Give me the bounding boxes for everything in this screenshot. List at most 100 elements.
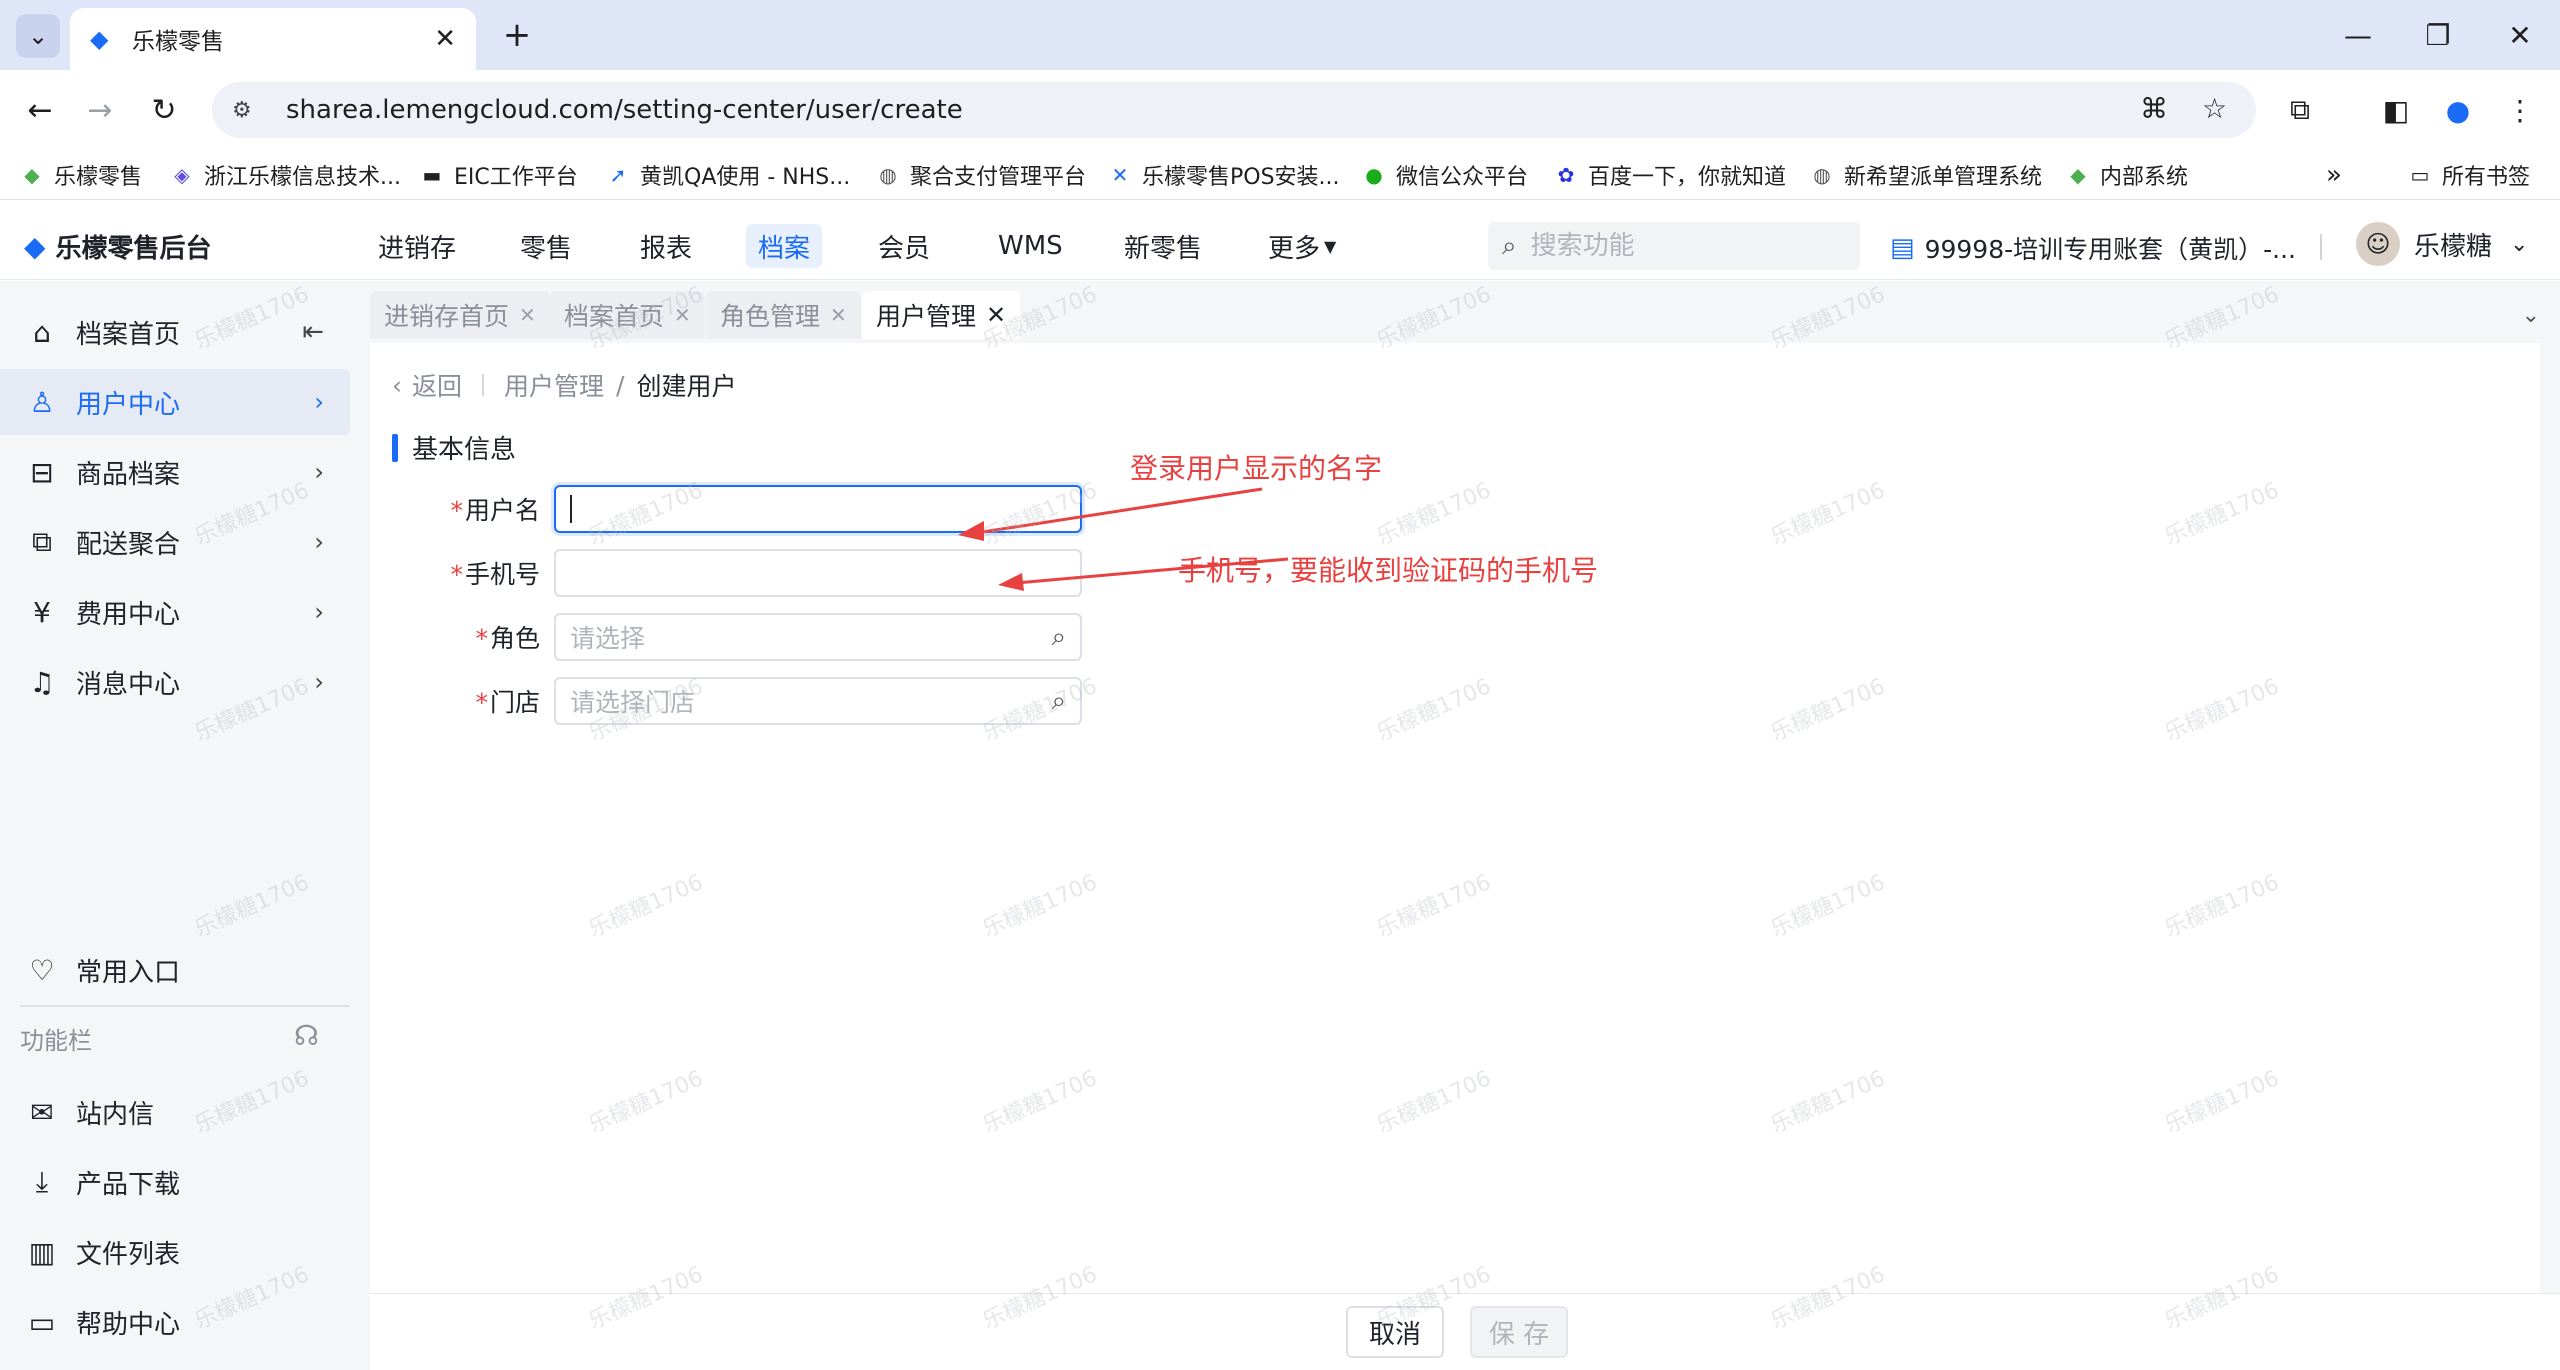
sidebar-item-help[interactable]: ▭ 帮助中心 (0, 1289, 350, 1355)
mail-icon: ✉ (30, 1095, 54, 1129)
required-mark: * (450, 496, 463, 525)
close-icon[interactable]: ✕ (674, 303, 691, 327)
sidebar-item-inbox[interactable]: ✉ 站内信 (0, 1079, 350, 1145)
back-arrow-icon[interactable]: ← (16, 86, 64, 134)
nav-huiyuan[interactable]: 会员 (866, 224, 942, 268)
username-annotation: 登录用户显示的名字 (1130, 452, 1383, 485)
back-link[interactable]: 返回 (412, 367, 462, 403)
close-icon[interactable]: ✕ (830, 303, 847, 327)
minimize-window-icon[interactable]: — (2328, 12, 2388, 58)
restore-window-icon[interactable]: ❐ (2408, 12, 2468, 58)
home-icon: ⌂ (33, 315, 51, 349)
bookmark-item[interactable]: ◆ 乐檬零售 (20, 160, 142, 190)
search-icon[interactable]: ⌕ (1051, 622, 1066, 653)
browser-menu-icon[interactable]: ⋮ (2496, 86, 2544, 134)
more-bookmarks-button[interactable]: » (2326, 160, 2342, 190)
browser-tab-strip: ⌄ ◆ 乐檬零售 ✕ + — ❐ ✕ (0, 0, 2560, 70)
app-logo[interactable]: ◆ 乐檬零售后台 (24, 228, 212, 265)
close-icon[interactable]: ✕ (519, 303, 536, 327)
account-selector[interactable]: ▤ 99998-培训专用账套（黄凯）-... (1890, 230, 2296, 266)
sidebar-item-favorites[interactable]: ♡ 常用入口 (0, 937, 350, 1003)
required-mark: * (450, 560, 463, 589)
new-tab-button[interactable]: + (494, 12, 540, 58)
tab-user-management[interactable]: 用户管理 ✕ (862, 291, 1021, 339)
save-button[interactable]: 保 存 (1470, 1306, 1568, 1358)
sidebar-item-goods[interactable]: ⊟ 商品档案 › (0, 439, 350, 505)
store-select[interactable]: 请选择门店 ⌕ (554, 677, 1082, 725)
close-tab-icon[interactable]: ✕ (434, 24, 456, 54)
bell-icon: ♫ (29, 665, 55, 699)
forward-arrow-icon[interactable]: → (76, 86, 124, 134)
profile-avatar-icon[interactable]: ● (2434, 86, 2482, 134)
eic-bookmark-icon: ▬ (422, 163, 442, 187)
nav-baobiao[interactable]: 报表 (628, 224, 704, 268)
role-select[interactable]: 请选择 ⌕ (554, 613, 1082, 661)
collapse-sidebar-icon[interactable]: ⇤ (302, 317, 324, 347)
sidebar-item-files[interactable]: ▥ 文件列表 (0, 1219, 350, 1285)
chevron-down-icon[interactable]: ⌄ (2522, 303, 2540, 328)
breadcrumb-parent[interactable]: 用户管理 (504, 367, 604, 403)
nav-more[interactable]: 更多 ▼ (1256, 224, 1348, 268)
bookmark-star-icon[interactable]: ☆ (2202, 92, 2227, 125)
username-arrow-head (958, 521, 984, 541)
tab-jinxiaocun-home[interactable]: 进销存首页 ✕ (370, 291, 550, 339)
all-bookmarks-folder[interactable]: ▭ 所有书签 (2408, 160, 2530, 190)
sidebar-item-user-center[interactable]: ♙ 用户中心 › (0, 369, 350, 435)
bookmark-item[interactable]: ✿ 百度一下，你就知道 (1554, 160, 1786, 190)
username-label: *用户名 (450, 496, 540, 525)
breadcrumb: ‹ 返回 用户管理 / 创建用户 (392, 367, 736, 403)
cancel-button[interactable]: 取消 (1346, 1306, 1444, 1358)
bookmark-item[interactable]: ◍ 新希望派单管理系统 (1810, 160, 2042, 190)
tab-dangan-home[interactable]: 档案首页 ✕ (550, 291, 705, 339)
site-info-icon[interactable]: ⚙ (232, 98, 268, 123)
translate-icon[interactable]: ⌘ (2140, 92, 2168, 125)
bookmark-item[interactable]: ◈ 浙江乐檬信息技术... (170, 160, 401, 190)
nav-lingshou[interactable]: 零售 (508, 224, 584, 268)
section-accent-bar (392, 433, 398, 462)
download-icon: ⤓ (35, 1165, 49, 1198)
nav-jinxiaocun[interactable]: 进销存 (366, 224, 468, 268)
bookmark-item[interactable]: ◍ 聚合支付管理平台 (876, 160, 1086, 190)
chevron-right-icon: › (314, 528, 324, 556)
sidebar-item-delivery[interactable]: ⧉ 配送聚合 › (0, 509, 350, 575)
lemeng-bookmark-icon: ◆ (24, 163, 40, 187)
delivery-icon: ⧉ (32, 525, 52, 558)
bookmark-item[interactable]: ➚ 黄凯QA使用 - NHS... (606, 160, 851, 190)
function-search-input[interactable] (1530, 231, 1831, 261)
chevron-left-icon[interactable]: ‹ (392, 371, 402, 400)
extensions-icon[interactable]: ⧉ (2276, 86, 2324, 134)
side-panel-icon[interactable]: ◧ (2372, 86, 2420, 134)
sidebar-item-expense[interactable]: ¥ 费用中心 › (0, 579, 350, 645)
caret-down-icon: ▼ (1324, 236, 1337, 256)
store-label: *门店 (475, 688, 540, 717)
chart-list-icon: ▥ (28, 1235, 56, 1269)
browser-tab-active[interactable]: ◆ 乐檬零售 ✕ (70, 8, 476, 70)
yen-circle-icon: ¥ (33, 595, 51, 629)
tab-role-management[interactable]: 角色管理 ✕ (706, 291, 861, 339)
function-search[interactable]: ⌕ (1488, 222, 1860, 270)
tab-search-button[interactable]: ⌄ (16, 14, 60, 58)
reload-icon[interactable]: ↻ (140, 86, 188, 134)
nav-xinlingshou[interactable]: 新零售 (1112, 224, 1214, 268)
role-label: *角色 (475, 624, 540, 653)
sidebar-item-messages[interactable]: ♫ 消息中心 › (0, 649, 350, 715)
nav-dangan[interactable]: 档案 (746, 224, 823, 268)
nav-wms[interactable]: WMS (986, 224, 1075, 268)
section-title: 基本信息 (392, 429, 516, 466)
headset-icon[interactable]: ☊ (294, 1019, 319, 1052)
user-menu[interactable]: ☺ 乐檬糖 ⌄ (2356, 222, 2528, 266)
phone-arrow-head (998, 573, 1024, 591)
bookmark-item[interactable]: ▬ EIC工作平台 (420, 160, 578, 190)
close-window-icon[interactable]: ✕ (2490, 12, 2550, 58)
search-icon[interactable]: ⌕ (1051, 686, 1066, 717)
bookmark-item[interactable]: ✕ 乐檬零售POS安装... (1108, 160, 1340, 190)
page-tabs: 进销存首页 ✕ 档案首页 ✕ 角色管理 ✕ 用户管理 ✕ ⌄ (370, 281, 2560, 343)
address-bar[interactable]: ⚙ sharea.lemengcloud.com/setting-center/… (212, 82, 2256, 138)
sidebar: ⌂ 档案首页 ⇤ ♙ 用户中心 › ⊟ 商品档案 › ⧉ 配送聚合 › ¥ 费用… (0, 281, 370, 1370)
url-text[interactable]: sharea.lemengcloud.com/setting-center/us… (286, 95, 963, 125)
bookmark-item[interactable]: ● 微信公众平台 (1362, 160, 1528, 190)
sidebar-item-dangan-home[interactable]: ⌂ 档案首页 ⇤ (0, 299, 350, 365)
bookmark-item[interactable]: ◆ 内部系统 (2066, 160, 2188, 190)
sidebar-item-download[interactable]: ⤓ 产品下载 (0, 1149, 350, 1215)
close-icon[interactable]: ✕ (986, 301, 1006, 329)
